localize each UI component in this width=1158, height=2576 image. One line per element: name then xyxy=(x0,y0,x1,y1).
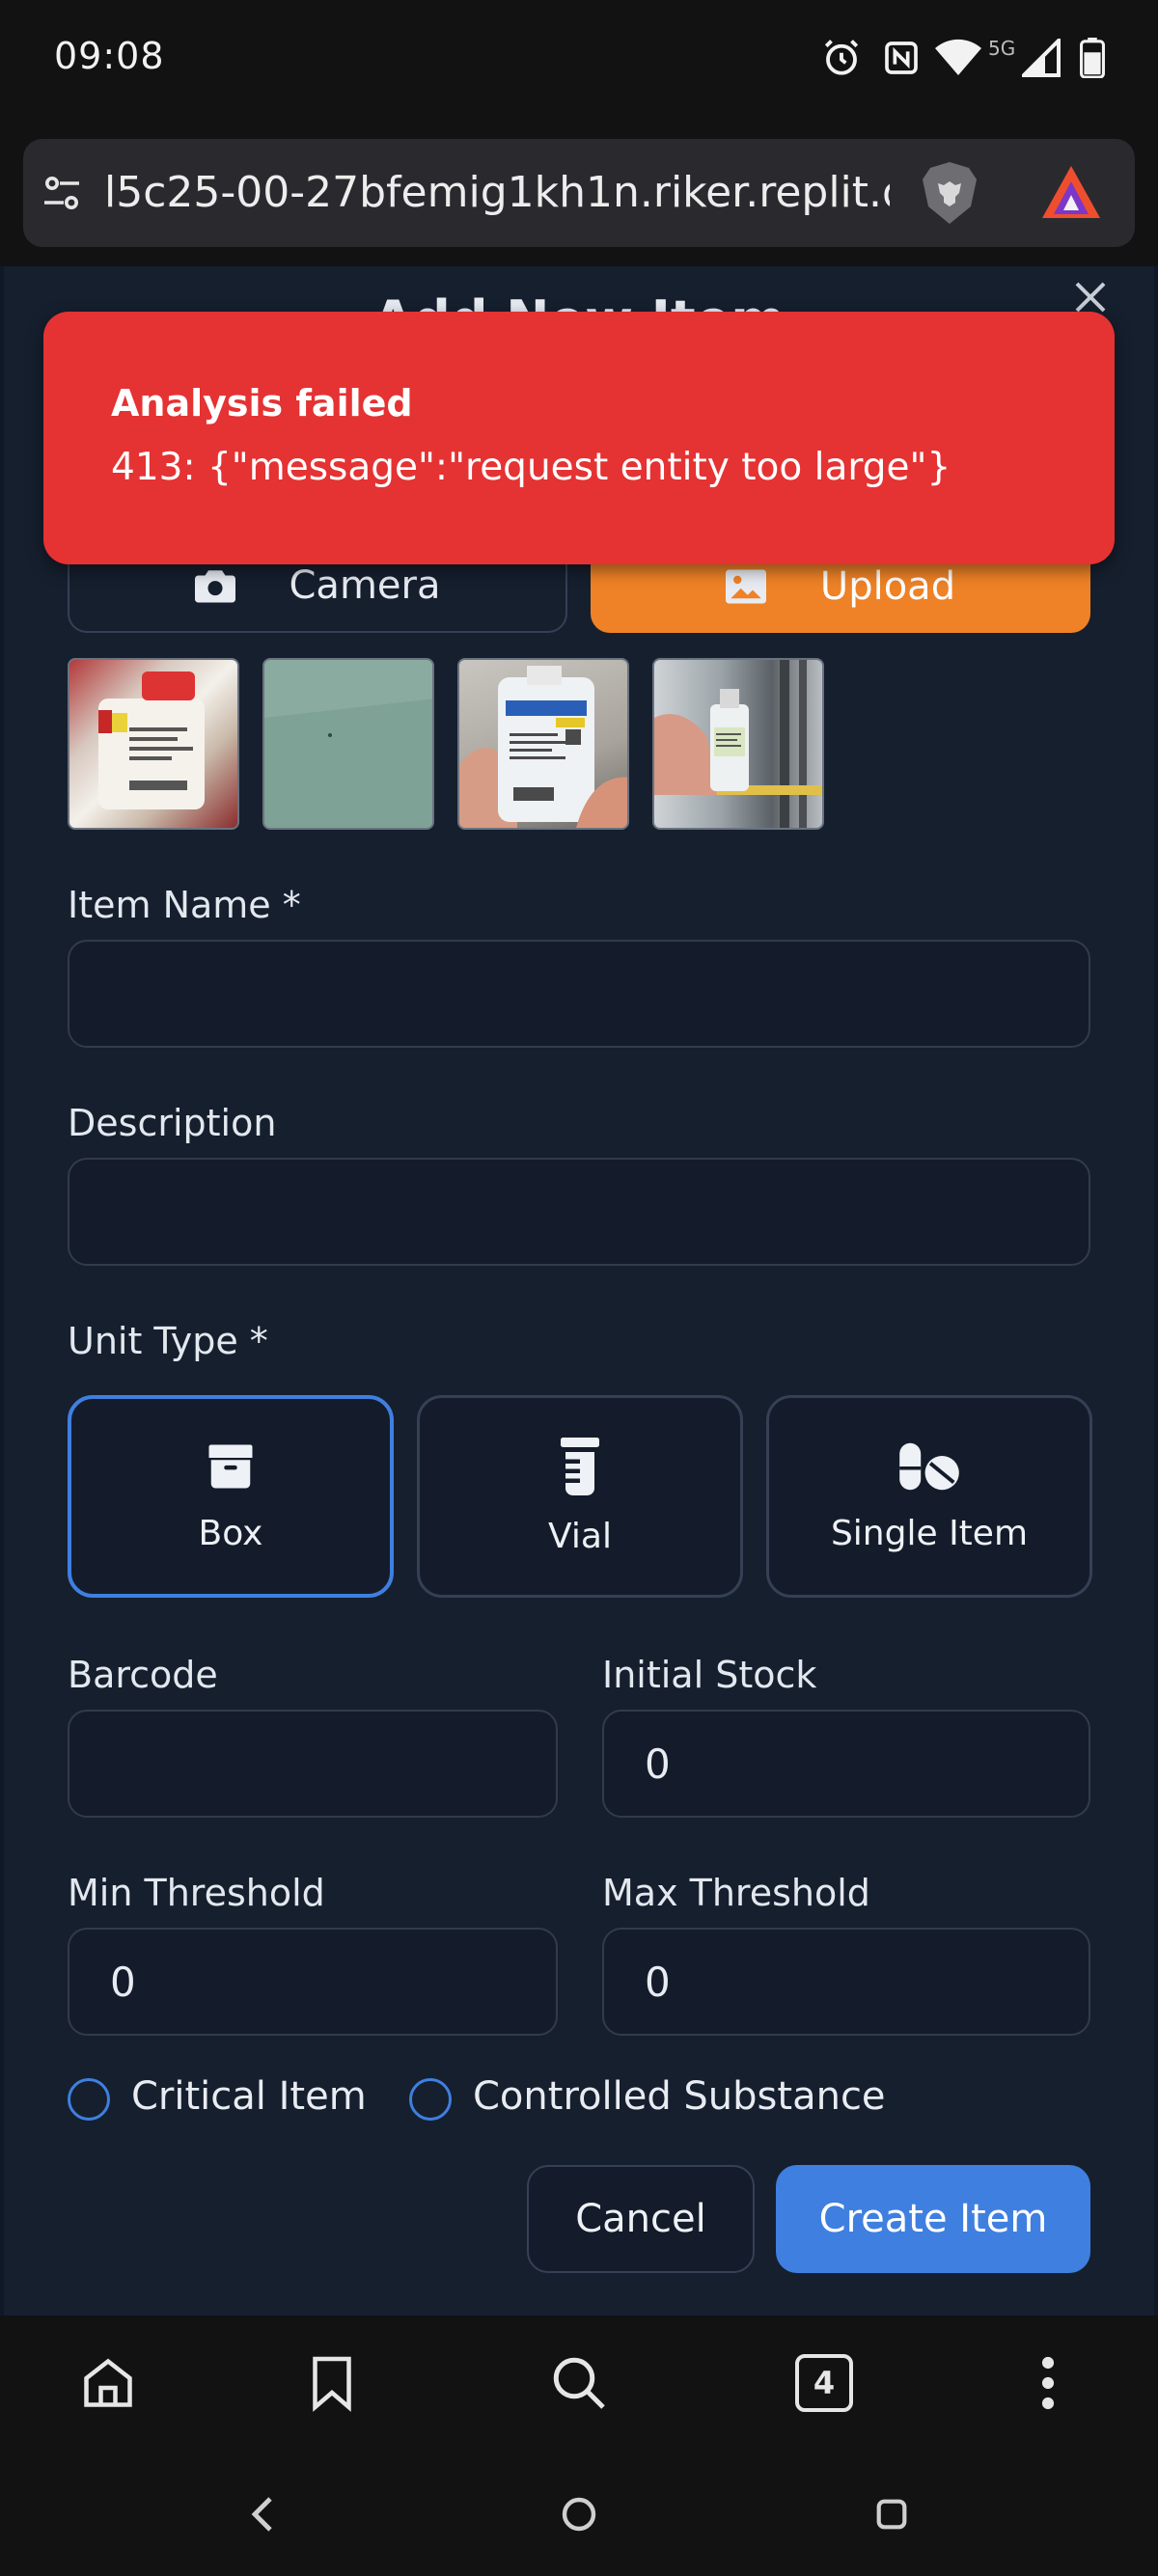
pills-icon xyxy=(899,1442,959,1490)
recents-icon[interactable] xyxy=(863,2485,921,2543)
cell-signal-icon xyxy=(1019,35,1063,81)
url-text[interactable]: l5c25-00-27bfemig1kh1n.riker.replit.dev xyxy=(104,168,896,217)
toast-title: Analysis failed xyxy=(111,382,413,425)
unit-type-box[interactable]: Box xyxy=(68,1395,394,1598)
critical-item-label[interactable]: Critical Item xyxy=(131,2074,367,2119)
back-icon[interactable] xyxy=(234,2485,291,2543)
search-icon[interactable] xyxy=(540,2344,618,2422)
max-threshold-label: Max Threshold xyxy=(602,1872,870,1914)
thumbnail-4[interactable] xyxy=(652,658,824,830)
upload-label: Upload xyxy=(819,564,956,609)
status-time: 09:08 xyxy=(54,35,165,77)
barcode-input[interactable] xyxy=(68,1710,558,1818)
unit-type-vial[interactable]: Vial xyxy=(417,1395,743,1598)
brave-rewards-icon[interactable] xyxy=(1040,164,1102,222)
toast-message: 413: {"message":"request entity too larg… xyxy=(111,446,951,489)
item-name-label: Item Name * xyxy=(68,884,301,926)
max-threshold-input[interactable]: 0 xyxy=(602,1928,1090,2036)
alarm-icon xyxy=(818,35,865,81)
critical-item-checkbox[interactable] xyxy=(68,2078,110,2121)
camera-icon xyxy=(194,570,235,603)
cancel-button[interactable]: Cancel xyxy=(527,2165,755,2273)
thumbnail-3[interactable] xyxy=(457,658,629,830)
error-toast[interactable] xyxy=(43,312,1115,564)
status-bar xyxy=(0,0,1158,121)
unit-type-box-label: Box xyxy=(198,1513,263,1553)
network-label: 5G xyxy=(988,37,1016,60)
thumbnail-1[interactable] xyxy=(68,658,239,830)
vial-icon xyxy=(561,1437,599,1495)
barcode-label: Barcode xyxy=(68,1654,218,1696)
tab-count: 4 xyxy=(813,2365,836,2401)
create-item-button[interactable]: Create Item xyxy=(776,2165,1090,2273)
wifi-icon xyxy=(932,35,984,81)
camera-label: Camera xyxy=(289,563,441,608)
nfc-icon xyxy=(878,35,924,81)
initial-stock-input[interactable]: 0 xyxy=(602,1710,1090,1818)
unit-type-single-item-label: Single Item xyxy=(830,1513,1029,1553)
close-icon[interactable] xyxy=(1071,278,1110,316)
brave-shields-icon[interactable] xyxy=(919,160,980,226)
more-menu-icon[interactable] xyxy=(1009,2344,1087,2422)
thumbnail-2[interactable] xyxy=(262,658,434,830)
controlled-substance-label[interactable]: Controlled Substance xyxy=(473,2074,886,2119)
initial-stock-label: Initial Stock xyxy=(602,1654,817,1696)
unit-type-label: Unit Type * xyxy=(68,1320,268,1362)
unit-type-vial-label: Vial xyxy=(548,1516,612,1556)
battery-icon xyxy=(1075,35,1110,81)
home-circle-icon[interactable] xyxy=(550,2485,608,2543)
min-threshold-input[interactable]: 0 xyxy=(68,1928,558,2036)
item-name-input[interactable] xyxy=(68,940,1090,1048)
unit-type-single-item[interactable]: Single Item xyxy=(766,1395,1092,1598)
min-threshold-label: Min Threshold xyxy=(68,1872,325,1914)
site-settings-icon[interactable] xyxy=(39,170,85,216)
controlled-substance-checkbox[interactable] xyxy=(409,2078,452,2121)
bookmark-icon[interactable] xyxy=(293,2344,371,2422)
description-label: Description xyxy=(68,1102,277,1144)
description-input[interactable] xyxy=(68,1158,1090,1266)
box-icon xyxy=(208,1444,253,1488)
image-icon xyxy=(725,569,766,604)
tabs-icon[interactable]: 4 xyxy=(786,2344,863,2422)
home-icon[interactable] xyxy=(69,2344,147,2422)
